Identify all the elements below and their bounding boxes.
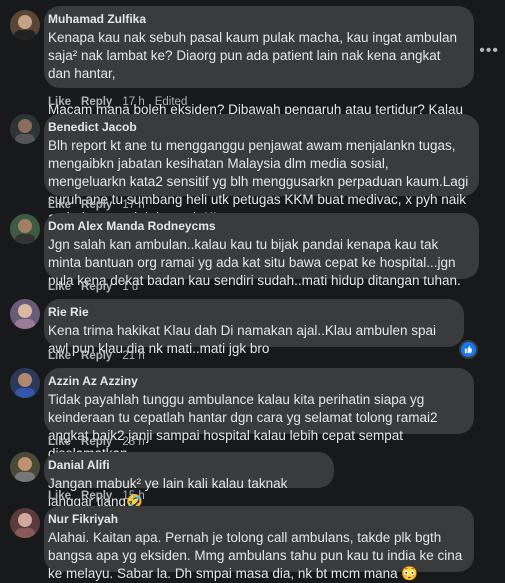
comment-timestamp[interactable]: 21 h: [122, 350, 144, 362]
comment-timestamp[interactable]: 1 d: [122, 281, 138, 293]
comment-bubble: Benedict Jacob Blh report kt ane tu meng…: [44, 114, 479, 225]
like-button[interactable]: Like: [48, 350, 71, 362]
comment-author[interactable]: Benedict Jacob: [48, 120, 469, 134]
reply-button[interactable]: Reply: [81, 281, 112, 293]
avatar-image-icon: [14, 15, 36, 40]
avatar-image-icon: [15, 119, 35, 144]
avatar-image-icon: [15, 513, 35, 538]
comment-author[interactable]: Danial Alifi: [48, 458, 324, 472]
comment-actions: Like Reply 17 h Edited: [48, 96, 187, 108]
comment-actions: Like Reply 15 h: [48, 490, 145, 502]
avatar-image-icon: [15, 373, 35, 398]
avatar[interactable]: [10, 299, 40, 329]
reply-button[interactable]: Reply: [81, 490, 112, 502]
comment-bubble: Muhamad Zulfika Kenapa kau nak sebuh pas…: [44, 6, 474, 153]
comment-actions: Like Reply 23 h: [48, 436, 145, 448]
avatar-image-icon: [15, 219, 35, 244]
avatar[interactable]: [10, 368, 40, 398]
like-button[interactable]: Like: [48, 436, 71, 448]
reply-button[interactable]: Reply: [81, 199, 112, 211]
like-button[interactable]: Like: [48, 490, 71, 502]
comment-bubble: Azzin Az Azziny Tidak payahlah tunggu am…: [44, 368, 474, 461]
comment-actions: Like Reply 1 d: [48, 281, 138, 293]
comment-author[interactable]: Azzin Az Azziny: [48, 374, 464, 388]
like-button[interactable]: Like: [48, 199, 71, 211]
avatar[interactable]: [10, 508, 40, 538]
reply-button[interactable]: Reply: [81, 436, 112, 448]
comment-text: Alahai. Kaitan apa. Pernah je tolong cal…: [48, 530, 463, 581]
avatar-image-icon: [15, 457, 35, 482]
comment-author[interactable]: Nur Fikriyah: [48, 512, 464, 526]
avatar-image-icon: [15, 304, 35, 329]
reply-button[interactable]: Reply: [81, 96, 112, 108]
avatar[interactable]: [10, 214, 40, 244]
reply-button[interactable]: Reply: [81, 350, 112, 362]
like-button[interactable]: Like: [48, 96, 71, 108]
avatar[interactable]: [10, 10, 40, 40]
avatar[interactable]: [10, 114, 40, 144]
comment-bubble: Rie Rie Kena trima hakikat Klau dah Di n…: [44, 299, 464, 356]
comment-timestamp[interactable]: 17 h: [122, 96, 144, 108]
like-button[interactable]: Like: [48, 281, 71, 293]
avatar[interactable]: [10, 452, 40, 482]
comment-actions: Like Reply 17 h: [48, 199, 145, 211]
more-options-icon[interactable]: •••: [479, 42, 499, 60]
edited-label: Edited: [154, 96, 188, 108]
comment-timestamp[interactable]: 15 h: [122, 490, 144, 502]
like-reaction-icon[interactable]: [459, 340, 478, 359]
comment-bubble: Danial Alifi Jangan mabuk² ye lain kali …: [44, 452, 334, 509]
comment-bubble: Nur Fikriyah Alahai. Kaitan apa. Pernah …: [44, 506, 474, 581]
comment-timestamp[interactable]: 17 h: [122, 199, 144, 211]
comment-author[interactable]: Muhamad Zulfika: [48, 12, 464, 26]
comment-timestamp[interactable]: 23 h: [122, 436, 144, 448]
comment-author[interactable]: Rie Rie: [48, 305, 454, 319]
comment-bubble: Dom Alex Manda Rodneycms Jgn salah kan a…: [44, 213, 479, 288]
comment-actions: Like Reply 21 h: [48, 350, 145, 362]
comment-author[interactable]: Dom Alex Manda Rodneycms: [48, 219, 469, 233]
